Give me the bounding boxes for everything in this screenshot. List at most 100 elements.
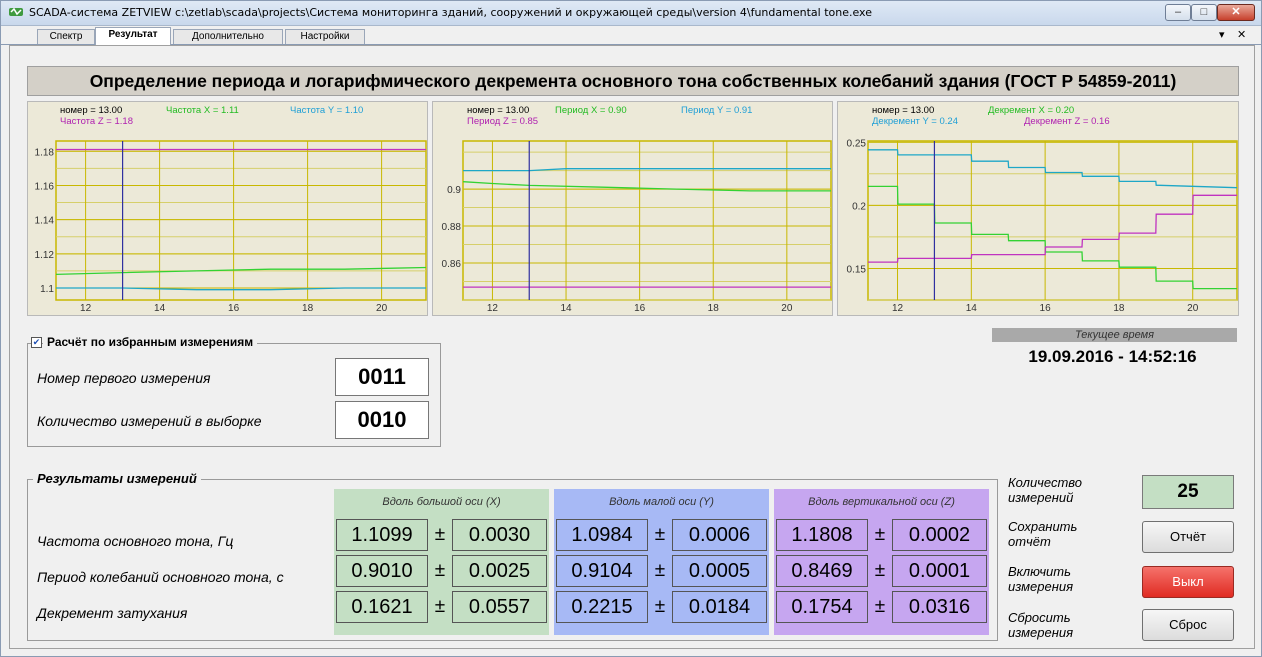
result-value: 1.1808 bbox=[776, 519, 868, 551]
tab-result[interactable]: Результат bbox=[95, 27, 171, 45]
result-error: 0.0001 bbox=[892, 555, 987, 587]
x-tick-label: 12 bbox=[487, 303, 499, 314]
plus-minus-sign: ± bbox=[874, 560, 886, 581]
x-tick-label: 20 bbox=[376, 303, 388, 314]
chart-annotation: Период Y = 0.91 bbox=[681, 105, 752, 116]
close-icon: ✕ bbox=[1231, 6, 1241, 18]
chart-annotation: Частота Y = 1.10 bbox=[290, 105, 363, 116]
plot-area bbox=[462, 140, 832, 301]
y-tick-label: 1.18 bbox=[35, 147, 55, 158]
tab-additional[interactable]: Дополнительно bbox=[173, 29, 283, 44]
minimize-icon: – bbox=[1174, 6, 1182, 18]
row-frequency-label: Частота основного тона, Гц bbox=[37, 533, 234, 549]
y-tick-label: 0.88 bbox=[442, 222, 462, 233]
row-decrement-label: Декремент затухания bbox=[37, 605, 188, 621]
sample-count-field[interactable]: 0010 bbox=[335, 401, 429, 439]
reset-button[interactable]: Сброс bbox=[1142, 609, 1234, 641]
result-error: 0.0184 bbox=[672, 591, 767, 623]
chart-annotation: Частота X = 1.11 bbox=[166, 105, 239, 116]
selection-checkbox[interactable]: ✔ bbox=[31, 337, 42, 348]
off-button[interactable]: Выкл bbox=[1142, 566, 1234, 598]
result-error: 0.0030 bbox=[452, 519, 547, 551]
chart-annotation: номер = 13.00 bbox=[60, 105, 122, 116]
title-bar: SCADA-система ZETVIEW c:\zetlab\scada\pr… bbox=[1, 1, 1261, 26]
chart-annotation: Декремент Y = 0.24 bbox=[872, 116, 958, 127]
minimize-button[interactable]: – bbox=[1165, 4, 1191, 21]
column-z-header: Вдоль вертикальной оси (Z) bbox=[808, 496, 955, 508]
chart-annotation: номер = 13.00 bbox=[872, 105, 934, 116]
x-tick-label: 20 bbox=[1187, 303, 1199, 314]
plot-area bbox=[55, 140, 427, 301]
result-error: 0.0025 bbox=[452, 555, 547, 587]
column-x-header: Вдоль большой оси (X) bbox=[382, 496, 501, 508]
chart-svg: 1.1 1.12 1.14 1.16 1.18 12 14 16 18 20 номер = 13.… bbox=[35, 105, 427, 314]
plus-minus-sign: ± bbox=[434, 560, 446, 581]
reset-measurement-label: Сбросить измерения bbox=[1008, 610, 1074, 640]
result-error: 0.0006 bbox=[672, 519, 767, 551]
y-tick-label: 1.14 bbox=[35, 216, 55, 227]
y-tick-label: 1.1 bbox=[40, 284, 54, 295]
x-tick-label: 14 bbox=[560, 303, 572, 314]
tab-spectrum[interactable]: Спектр bbox=[37, 29, 95, 44]
result-error: 0.0316 bbox=[892, 591, 987, 623]
frequency-chart: 1.1 1.12 1.14 1.16 1.18 12 14 16 18 20 номер = 13.… bbox=[27, 101, 428, 316]
y-tick-label: 0.86 bbox=[442, 259, 462, 270]
report-button[interactable]: Отчёт bbox=[1142, 521, 1234, 553]
sample-count-label: Количество измерений в выборке bbox=[37, 413, 262, 429]
selection-checkbox-label[interactable]: Расчёт по избранным измерениям bbox=[43, 335, 258, 349]
result-value: 0.9104 bbox=[556, 555, 648, 587]
result-value: 0.2215 bbox=[556, 591, 648, 623]
y-tick-label: 0.2 bbox=[852, 201, 866, 212]
chart-svg: 0.150.20.2512 14 16 18 20номер = 13.00 Декрем… bbox=[847, 105, 1238, 314]
x-tick-label: 18 bbox=[708, 303, 720, 314]
x-tick-label: 20 bbox=[781, 303, 793, 314]
x-tick-label: 12 bbox=[892, 303, 904, 314]
result-value: 0.8469 bbox=[776, 555, 868, 587]
save-report-label: Сохранить отчёт bbox=[1008, 519, 1078, 549]
x-tick-label: 14 bbox=[966, 303, 978, 314]
result-value: 0.1754 bbox=[776, 591, 868, 623]
plus-minus-sign: ± bbox=[434, 524, 446, 545]
result-error: 0.0005 bbox=[672, 555, 767, 587]
y-tick-label: 1.16 bbox=[35, 181, 55, 192]
tabs-dropdown-icon[interactable]: ▾ bbox=[1219, 28, 1225, 41]
chart-annotation: Декремент Z = 0.16 bbox=[1024, 116, 1110, 127]
plus-minus-sign: ± bbox=[654, 524, 666, 545]
x-tick-label: 18 bbox=[1113, 303, 1125, 314]
y-tick-label: 1.12 bbox=[35, 250, 55, 261]
first-measurement-label: Номер первого измерения bbox=[37, 370, 211, 386]
check-icon: ✔ bbox=[32, 337, 41, 347]
tab-settings[interactable]: Настройки bbox=[285, 29, 365, 44]
row-period-label: Период колебаний основного тона, с bbox=[37, 569, 284, 585]
x-tick-label: 12 bbox=[80, 303, 92, 314]
count-label: Количество измерений bbox=[1008, 475, 1083, 505]
x-tick-label: 16 bbox=[1040, 303, 1052, 314]
app-icon bbox=[9, 7, 23, 16]
close-button[interactable]: ✕ bbox=[1217, 4, 1255, 21]
chart-annotation: Частота Z = 1.18 bbox=[60, 116, 133, 127]
first-measurement-field[interactable]: 0011 bbox=[335, 358, 429, 396]
result-value: 1.0984 bbox=[556, 519, 648, 551]
tabs-close-icon[interactable]: ✕ bbox=[1237, 28, 1246, 41]
result-value: 0.1621 bbox=[336, 591, 428, 623]
plus-minus-sign: ± bbox=[874, 524, 886, 545]
y-tick-label: 0.25 bbox=[847, 138, 867, 149]
window-title: SCADA-система ZETVIEW c:\zetlab\scada\pr… bbox=[29, 6, 872, 19]
x-tick-label: 14 bbox=[154, 303, 166, 314]
maximize-button[interactable]: □ bbox=[1191, 4, 1217, 21]
plus-minus-sign: ± bbox=[654, 596, 666, 617]
results-title: Результаты измерений bbox=[33, 471, 201, 486]
column-y-header: Вдоль малой оси (Y) bbox=[609, 496, 714, 508]
y-tick-label: 0.9 bbox=[447, 185, 461, 196]
chart-annotation: Период Z = 0.85 bbox=[467, 116, 538, 127]
plot-area bbox=[867, 140, 1238, 301]
result-value: 0.9010 bbox=[336, 555, 428, 587]
tab-bar: Спектр Результат Дополнительно Настройки… bbox=[1, 26, 1261, 45]
current-time-label: Текущее время bbox=[992, 328, 1237, 342]
maximize-icon: □ bbox=[1200, 6, 1208, 18]
x-tick-label: 16 bbox=[634, 303, 646, 314]
period-chart: 0.86 0.88 0.9 12 14 16 18 20 номер = 13.00 Период… bbox=[432, 101, 833, 316]
measurement-count-value: 25 bbox=[1142, 475, 1234, 509]
app-window: SCADA-система ZETVIEW c:\zetlab\scada\pr… bbox=[0, 0, 1262, 657]
chart-annotation: Период X = 0.90 bbox=[555, 105, 627, 116]
